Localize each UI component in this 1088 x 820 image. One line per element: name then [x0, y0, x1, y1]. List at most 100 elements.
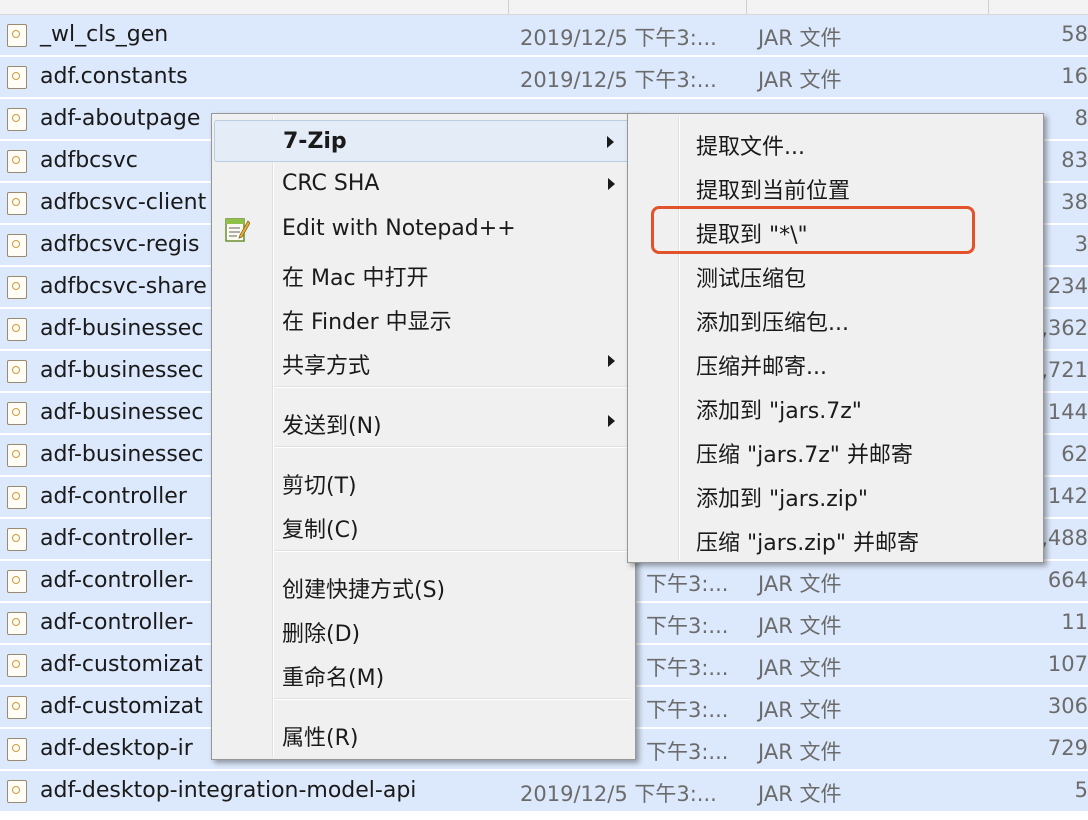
column-header-bar — [0, 0, 1088, 15]
file-date: 2019/12/5 下午3:... — [520, 68, 717, 92]
menu-item-label: 删除(D) — [282, 622, 361, 647]
menu-item-open-in-mac[interactable]: 在 Mac 中打开 — [214, 252, 633, 294]
file-row[interactable]: adf-desktop-integration-model-api 2019/12… — [0, 771, 1088, 812]
file-date: 2019/12/5 下午3:... — [520, 26, 717, 50]
menu-item-label: CRC SHA — [282, 171, 380, 196]
jar-file-icon — [7, 192, 27, 215]
file-name: adf-desktop-integration-model-api — [40, 778, 417, 803]
annotation-highlight-box — [651, 206, 975, 254]
file-date: 下午3:... — [646, 572, 729, 596]
file-size: 144 — [1047, 400, 1088, 424]
submenu-item-add-to-7z[interactable]: 添加到 "jars.7z" — [630, 384, 1041, 428]
submenu-arrow-icon — [608, 415, 615, 427]
jar-file-icon — [7, 654, 27, 677]
menu-item-label: Edit with Notepad++ — [282, 216, 516, 241]
submenu-arrow-icon — [607, 136, 614, 148]
submenu-arrow-icon — [608, 355, 615, 367]
file-name: adfbcsvc-share — [40, 274, 207, 299]
jar-file-icon — [7, 24, 27, 47]
file-type: JAR 文件 — [758, 740, 842, 764]
jar-file-icon — [7, 486, 27, 509]
menu-item-share[interactable]: 共享方式 — [214, 340, 633, 382]
submenu-item-label: 压缩 "jars.7z" 并邮寄 — [696, 443, 913, 468]
menu-item-properties[interactable]: 属性(R) — [214, 712, 633, 754]
file-size: 306 — [1047, 694, 1088, 718]
file-name: adf-controller- — [40, 568, 194, 593]
menu-item-label: 创建快捷方式(S) — [282, 578, 446, 603]
file-size: 16 — [1061, 64, 1088, 88]
jar-file-icon — [7, 150, 27, 173]
menu-item-label: 发送到(N) — [282, 414, 382, 439]
menu-item-create-shortcut[interactable]: 创建快捷方式(S) — [214, 564, 633, 606]
menu-item-crc-sha[interactable]: CRC SHA — [214, 163, 633, 205]
notepad-plus-plus-icon — [225, 218, 250, 242]
column-separator[interactable] — [988, 0, 989, 14]
file-size: 11 — [1061, 610, 1088, 634]
submenu-item-extract-files[interactable]: 提取文件... — [630, 120, 1041, 164]
file-name: adf-controller- — [40, 610, 194, 635]
jar-file-icon — [7, 612, 27, 635]
menu-item-label: 属性(R) — [282, 726, 359, 751]
jar-file-icon — [7, 570, 27, 593]
menu-item-rename[interactable]: 重命名(M) — [214, 652, 633, 694]
menu-item-label: 剪切(T) — [282, 474, 357, 499]
file-name: adf-controller — [40, 484, 187, 509]
file-name: adf.constants — [40, 64, 188, 89]
submenu-item-compress-and-email[interactable]: 压缩并邮寄... — [630, 340, 1041, 384]
menu-separator — [274, 550, 631, 552]
submenu-item-label: 提取文件... — [696, 135, 805, 160]
menu-item-delete[interactable]: 删除(D) — [214, 608, 633, 650]
jar-file-icon — [7, 402, 27, 425]
file-size: ,721 — [1041, 358, 1088, 382]
file-date: 下午3:... — [646, 740, 729, 764]
file-type: JAR 文件 — [758, 614, 842, 638]
file-name: adfbcsvc-regis — [40, 232, 200, 257]
file-name: adf-businessec — [40, 316, 204, 341]
file-size: 5 — [1074, 778, 1088, 802]
menu-separator — [274, 698, 631, 700]
file-size: ,488 — [1041, 526, 1088, 550]
submenu-item-add-to-zip[interactable]: 添加到 "jars.zip" — [630, 472, 1041, 516]
file-type: JAR 文件 — [758, 782, 842, 806]
menu-item-7zip[interactable]: 7-Zip — [214, 120, 633, 162]
menu-item-cut[interactable]: 剪切(T) — [214, 460, 633, 502]
column-separator[interactable] — [508, 0, 509, 14]
file-name: adfbcsvc-client — [40, 190, 207, 215]
submenu-item-label: 添加到 "jars.7z" — [696, 399, 862, 424]
file-name: adf-businessec — [40, 400, 204, 425]
jar-file-icon — [7, 360, 27, 383]
submenu-item-compress-zip-email[interactable]: 压缩 "jars.zip" 并邮寄 — [630, 516, 1041, 560]
file-type: JAR 文件 — [758, 698, 842, 722]
submenu-item-label: 压缩 "jars.zip" 并邮寄 — [696, 531, 919, 556]
file-name: adf-aboutpage — [40, 106, 201, 131]
jar-file-icon — [7, 738, 27, 761]
menu-separator — [274, 386, 631, 388]
file-name: adf-businessec — [40, 358, 204, 383]
file-row[interactable]: _wl_cls_gen 2019/12/5 下午3:... JAR 文件 58 — [0, 15, 1088, 56]
submenu-item-test-archive[interactable]: 测试压缩包 — [630, 252, 1041, 296]
menu-item-label: 7-Zip — [283, 129, 347, 154]
file-size: 3 — [1074, 232, 1088, 256]
menu-item-edit-notepad[interactable]: Edit with Notepad++ — [214, 208, 633, 250]
file-name: adfbcsvc — [40, 148, 138, 173]
menu-item-label: 在 Finder 中显示 — [282, 310, 452, 335]
file-size: 107 — [1047, 652, 1088, 676]
menu-item-copy[interactable]: 复制(C) — [214, 504, 633, 546]
jar-file-icon — [7, 108, 27, 131]
submenu-item-label: 添加到压缩包... — [696, 311, 849, 336]
file-size: 83 — [1061, 148, 1088, 172]
file-date: 下午3:... — [646, 656, 729, 680]
column-separator[interactable] — [746, 0, 747, 14]
file-row[interactable]: adf.constants 2019/12/5 下午3:... JAR 文件 16 — [0, 57, 1088, 98]
jar-file-icon — [7, 780, 27, 803]
menu-item-label: 重命名(M) — [282, 666, 385, 691]
7zip-submenu: 提取文件... 提取到当前位置 提取到 "*\" 测试压缩包 添加到压缩包...… — [627, 113, 1044, 563]
file-size: 234 — [1047, 274, 1088, 298]
file-size: 58 — [1061, 22, 1088, 46]
submenu-item-compress-7z-email[interactable]: 压缩 "jars.7z" 并邮寄 — [630, 428, 1041, 472]
menu-item-show-in-finder[interactable]: 在 Finder 中显示 — [214, 296, 633, 338]
file-name: adf-customizat — [40, 694, 203, 719]
submenu-item-extract-here[interactable]: 提取到当前位置 — [630, 164, 1041, 208]
menu-item-send-to[interactable]: 发送到(N) — [214, 400, 633, 442]
submenu-item-add-to-archive[interactable]: 添加到压缩包... — [630, 296, 1041, 340]
